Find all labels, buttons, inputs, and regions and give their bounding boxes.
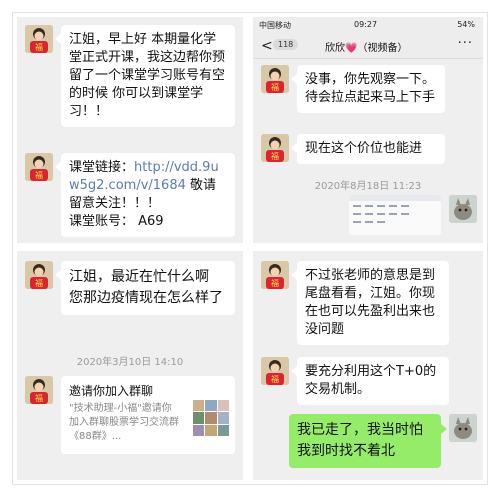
message-bubble-link: 课堂链接：http://vdd.9uw5g2.com/v/1684 敬请留意关注… [55, 153, 235, 237]
avatar-cat-icon[interactable] [449, 195, 477, 223]
group-invite-card[interactable]: 邀请你加入群聊 "技术助理-小福"邀请你加入群聊股票学习交流群《88群》... [61, 376, 235, 454]
account-text: 课堂账号： A69 [69, 214, 164, 229]
avatar-fu-icon[interactable]: 福 [261, 357, 289, 385]
group-thumbnail-icon [193, 400, 229, 436]
avatar-cat-icon[interactable] [449, 414, 477, 442]
invite-description: "技术助理-小福"邀请你加入群聊股票学习交流群《88群》... [69, 403, 179, 442]
avatar-fu-icon[interactable]: 福 [261, 134, 289, 162]
avatar-fu-icon[interactable]: 福 [261, 65, 289, 93]
avatar-fu-icon[interactable]: 福 [25, 261, 53, 289]
more-dots-icon[interactable]: ··· [458, 36, 473, 51]
timestamp: 2020年8月18日 11:23 [314, 181, 422, 192]
message-bubble: 现在这个价位也能进 [291, 134, 445, 164]
svg-text:福: 福 [271, 152, 279, 161]
carrier-text: 中国移动 [259, 21, 291, 30]
avatar-fu-icon[interactable]: 福 [25, 376, 53, 404]
panel-top-right: 中国移动 09:27 54% < 118 欣欣💗（视频备） ··· 福 没事，你… [253, 17, 483, 243]
svg-text:福: 福 [271, 375, 279, 384]
screenshot-thumbnail[interactable] [349, 195, 441, 235]
status-bar: 中国移动 09:27 54% [253, 17, 483, 33]
timestamp: 2020年3月10日 14:10 [76, 357, 184, 368]
svg-text:福: 福 [35, 394, 43, 403]
battery-text: 54% [457, 20, 475, 29]
invite-title: 邀请你加入群聊 [69, 384, 154, 398]
svg-text:福: 福 [35, 171, 43, 180]
status-time: 09:27 [354, 20, 378, 29]
message-bubble: 江姐，早上好 本期量化学堂正式开课，我这边帮你预留了一个课堂学习账号有空的时候 … [55, 25, 235, 127]
svg-text:福: 福 [271, 279, 279, 288]
message-bubble: 不过张老师的意思是到尾盘看看，江姐。你现在也可以先盈利出来也没问题 [291, 261, 449, 345]
my-message-bubble: 我已走了，我当时怕我到时找不着北 [289, 414, 447, 468]
chat-nav-bar: < 118 欣欣💗（视频备） ··· [253, 33, 483, 59]
message-bubble: 江姐，最近在忙什么啊 您那边疫情现在怎么样了 [55, 261, 235, 315]
svg-text:福: 福 [271, 83, 279, 92]
svg-text:福: 福 [35, 43, 43, 52]
svg-text:福: 福 [35, 279, 43, 288]
chevron-left-icon[interactable]: < [261, 38, 273, 54]
unread-count-badge: 118 [273, 39, 299, 50]
avatar-fu-icon[interactable]: 福 [25, 25, 53, 53]
panel-bottom-left: 福 江姐，最近在忙什么啊 您那边疫情现在怎么样了 2020年3月10日 14:1… [17, 251, 243, 480]
panel-top-left: 福 江姐，早上好 本期量化学堂正式开课，我这边帮你预留了一个课堂学习账号有空的时… [17, 17, 243, 243]
panel-bottom-right: 福 不过张老师的意思是到尾盘看看，江姐。你现在也可以先盈利出来也没问题 福 要充… [253, 251, 483, 480]
message-bubble: 要充分利用这个T+0的交易机制。 [291, 357, 449, 405]
link-prefix: 课堂链接： [69, 160, 135, 175]
avatar-fu-icon[interactable]: 福 [261, 261, 289, 289]
message-bubble: 没事，你先观察一下。待会拉点起来马上下手 [291, 65, 445, 113]
avatar-fu-icon[interactable]: 福 [25, 153, 53, 181]
chat-title: 欣欣💗（视频备） [325, 43, 408, 54]
